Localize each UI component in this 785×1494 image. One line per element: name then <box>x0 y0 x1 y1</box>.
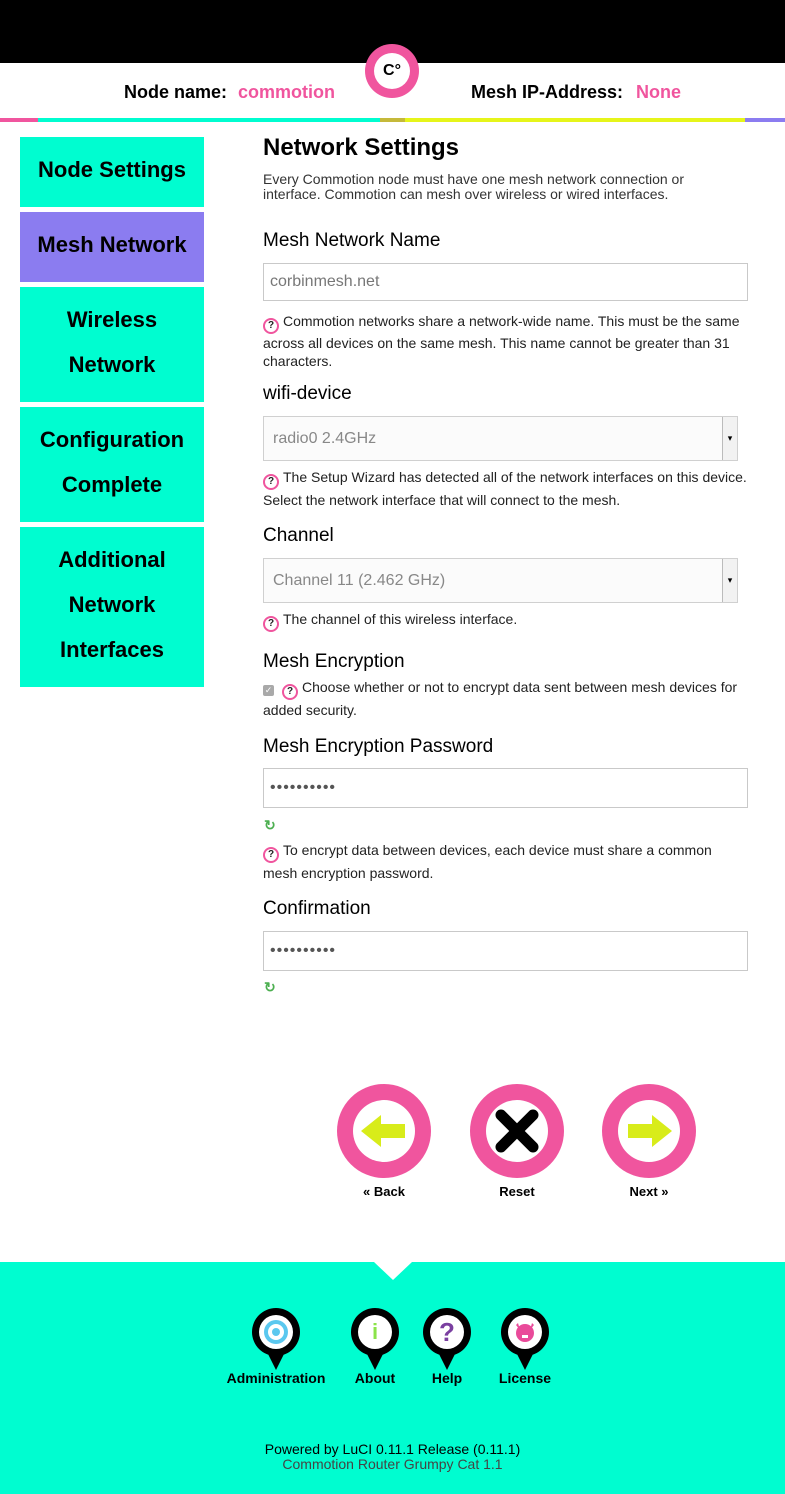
footer-notch <box>374 1262 412 1280</box>
help-icon[interactable]: ? <box>282 684 298 700</box>
info-icon: i <box>358 1315 392 1349</box>
chevron-down-icon: ▾ <box>722 417 737 460</box>
channel-select[interactable]: Channel 11 (2.462 GHz) ▾ <box>263 558 738 603</box>
node-name-label: Node name: <box>124 82 228 102</box>
mesh-encryption-password-help: ? To encrypt data between devices, each d… <box>263 840 748 884</box>
administration-icon <box>259 1315 293 1349</box>
license-icon <box>508 1315 542 1349</box>
mesh-encryption-label: Mesh Encryption <box>263 651 405 672</box>
close-icon <box>495 1109 539 1153</box>
sidebar-item-node-settings[interactable]: Node Settings <box>20 137 204 207</box>
chevron-down-icon: ▾ <box>722 559 737 602</box>
commotion-logo[interactable]: C° <box>365 44 419 98</box>
license-link[interactable] <box>501 1308 549 1370</box>
mesh-ip-value: None <box>636 82 681 102</box>
footer: Administration i About ? Help License Po… <box>0 1262 785 1494</box>
footer-link-label[interactable]: About <box>335 1370 415 1386</box>
sidebar-item-label: Network <box>68 592 156 617</box>
sidebar-item-configuration-complete[interactable]: Configuration Complete <box>20 407 204 522</box>
footer-link-label[interactable]: Help <box>407 1370 487 1386</box>
logo-text: C° <box>374 53 410 89</box>
mesh-encryption-row: ✓? Choose whether or not to encrypt data … <box>263 677 748 721</box>
administration-link[interactable] <box>252 1308 300 1370</box>
help-icon: ? <box>430 1315 464 1349</box>
header-color-stripe <box>0 118 785 122</box>
help-text: To encrypt data between devices, each de… <box>263 842 712 881</box>
reset-label[interactable]: Reset <box>470 1184 564 1199</box>
channel-label: Channel <box>263 525 334 546</box>
sidebar-item-label: Wireless <box>66 307 158 332</box>
sidebar-item-label: Network <box>68 352 156 377</box>
sidebar-item-wireless-network[interactable]: Wireless Network <box>20 287 204 402</box>
next-label[interactable]: Next » <box>602 1184 696 1199</box>
footer-link-label[interactable]: Administration <box>216 1370 336 1386</box>
arrow-left-icon <box>361 1115 405 1147</box>
sidebar-item-label: Complete <box>61 472 163 497</box>
sidebar-item-label: Configuration <box>39 427 185 452</box>
help-icon[interactable]: ? <box>263 616 279 632</box>
mesh-ip-label: Mesh IP-Address: <box>471 82 624 102</box>
mesh-network-name-help: ? Commotion networks share a network-wide… <box>263 312 748 370</box>
footer-link-label[interactable]: License <box>485 1370 565 1386</box>
reveal-confirmation-icon[interactable]: ↻ <box>264 979 276 996</box>
intro-text: Every Commotion node must have one mesh … <box>263 171 684 202</box>
mesh-encryption-password-label: Mesh Encryption Password <box>263 736 494 757</box>
help-text: The channel of this wireless interface. <box>283 611 518 627</box>
sidebar-item-label: Additional <box>58 547 166 572</box>
powered-by-text: Powered by LuCI 0.11.1 Release (0.11.1) <box>264 1441 521 1457</box>
wifi-device-label: wifi-device <box>263 383 352 404</box>
wifi-device-selected: radio0 2.4GHz <box>273 430 377 447</box>
wifi-device-select[interactable]: radio0 2.4GHz ▾ <box>263 416 738 461</box>
mesh-encryption-password-input[interactable]: •••••••••• <box>263 768 748 808</box>
channel-selected: Channel 11 (2.462 GHz) <box>273 572 446 589</box>
page-title: Network Settings <box>263 134 460 161</box>
confirmation-label: Confirmation <box>263 898 371 919</box>
mesh-network-name-label: Mesh Network Name <box>263 230 441 251</box>
sidebar-item-label: Mesh Network <box>37 232 187 257</box>
sidebar-item-label: Interfaces <box>60 637 164 662</box>
reset-button[interactable] <box>470 1084 564 1178</box>
sidebar-item-label: Node Settings <box>38 157 186 182</box>
sidebar-item-mesh-network[interactable]: Mesh Network <box>20 212 204 282</box>
back-button[interactable] <box>337 1084 431 1178</box>
about-link[interactable]: i <box>351 1308 399 1370</box>
help-icon[interactable]: ? <box>263 847 279 863</box>
reveal-password-icon[interactable]: ↻ <box>264 817 276 834</box>
sidebar-item-additional-network-interfaces[interactable]: Additional Network Interfaces <box>20 527 204 687</box>
channel-help: ? The channel of this wireless interface. <box>263 609 748 632</box>
wifi-device-help: ? The Setup Wizard has detected all of th… <box>263 467 748 511</box>
confirmation-input[interactable]: •••••••••• <box>263 931 748 971</box>
help-icon[interactable]: ? <box>263 474 279 490</box>
arrow-right-icon <box>628 1115 672 1147</box>
node-name-value: commotion <box>238 82 335 102</box>
help-text: Choose whether or not to encrypt data se… <box>263 679 738 718</box>
mesh-network-name-input[interactable]: corbinmesh.net <box>263 263 748 301</box>
mesh-encryption-checkbox[interactable]: ✓ <box>263 685 274 696</box>
help-icon[interactable]: ? <box>263 318 279 334</box>
help-text: The Setup Wizard has detected all of the… <box>263 469 747 508</box>
next-button[interactable] <box>602 1084 696 1178</box>
version-text: Commotion Router Grumpy Cat 1.1 <box>282 1456 503 1472</box>
back-label[interactable]: « Back <box>337 1184 431 1199</box>
help-link[interactable]: ? <box>423 1308 471 1370</box>
help-text: Commotion networks share a network-wide … <box>263 313 740 369</box>
